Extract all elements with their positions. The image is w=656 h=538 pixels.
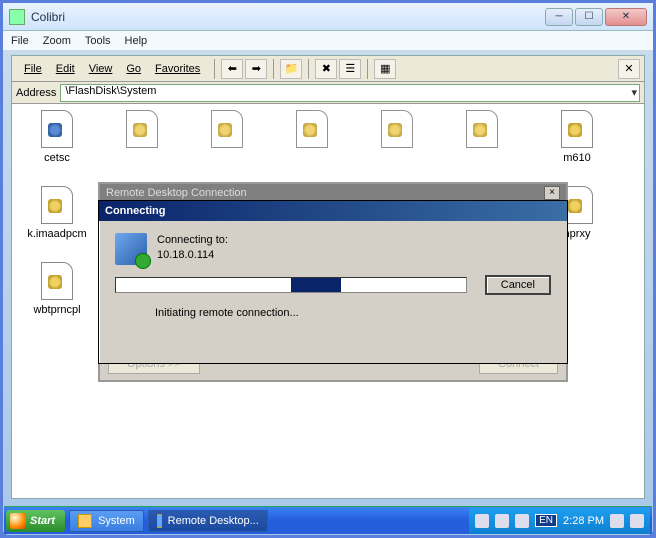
file-icon-imaadpcm[interactable]: k.imaadpcm xyxy=(22,186,92,240)
menu-zoom[interactable]: Zoom xyxy=(43,35,71,47)
menu-tools[interactable]: Tools xyxy=(85,35,111,47)
start-button[interactable]: Start xyxy=(6,510,65,532)
system-tray: EN 2:28 PM xyxy=(469,508,650,534)
connecting-status: Initiating remote connection... xyxy=(99,295,567,319)
tray-icon[interactable] xyxy=(495,514,509,528)
file-label: wbtprncpl xyxy=(22,304,92,316)
outer-window: Colibri ─ ☐ ✕ File Zoom Tools Help File … xyxy=(2,2,654,536)
file-glyph-icon xyxy=(561,110,593,148)
file-icon-cetsc[interactable]: cetsc xyxy=(22,110,92,164)
file-label: m610 xyxy=(542,152,612,164)
minimize-button[interactable]: ─ xyxy=(545,8,573,26)
tray-icon[interactable] xyxy=(515,514,529,528)
outer-titlebar: Colibri ─ ☐ ✕ xyxy=(3,3,653,31)
back-button[interactable]: ⬅ xyxy=(221,59,243,79)
taskbar-item-system[interactable]: System xyxy=(69,510,144,532)
file-icon-generic[interactable] xyxy=(192,110,262,152)
file-label: k.imaadpcm xyxy=(22,228,92,240)
address-input[interactable]: \FlashDisk\System xyxy=(60,84,640,102)
tray-icon[interactable] xyxy=(475,514,489,528)
file-icon-generic[interactable] xyxy=(362,110,432,152)
up-folder-button[interactable]: 📁 xyxy=(280,59,302,79)
address-bar-row: Address \FlashDisk\System xyxy=(12,82,644,104)
tray-icon[interactable] xyxy=(610,514,624,528)
file-icon-generic[interactable] xyxy=(447,110,517,152)
file-glyph-icon xyxy=(41,186,73,224)
cancel-button[interactable]: Cancel xyxy=(485,275,551,295)
file-area: cetsc k.imaadpcm wbtprncpl m610 nprxy xyxy=(12,104,644,498)
exp-menu-edit[interactable]: Edit xyxy=(50,61,81,77)
close-button[interactable]: ✕ xyxy=(605,8,647,26)
exp-menu-file[interactable]: File xyxy=(18,61,48,77)
show-desktop-icon[interactable] xyxy=(630,514,644,528)
clock: 2:28 PM xyxy=(563,515,604,527)
taskbar-item-label: Remote Desktop... xyxy=(168,515,259,527)
maximize-button[interactable]: ☐ xyxy=(575,8,603,26)
taskbar-item-label: System xyxy=(98,515,135,527)
rdc-title: Remote Desktop Connection xyxy=(106,187,247,199)
connecting-dialog: Connecting Connecting to: 10.18.0.114 Ca… xyxy=(98,200,568,364)
start-label: Start xyxy=(30,515,55,527)
address-label: Address xyxy=(16,87,56,99)
views-button[interactable]: ▦ xyxy=(374,59,396,79)
language-indicator[interactable]: EN xyxy=(535,514,557,527)
file-glyph-icon xyxy=(466,110,498,148)
forward-button[interactable]: ➡ xyxy=(245,59,267,79)
taskbar: Start System Remote Desktop... EN 2:28 P… xyxy=(4,506,652,534)
menu-file[interactable]: File xyxy=(11,35,29,47)
file-glyph-icon xyxy=(296,110,328,148)
file-glyph-icon xyxy=(126,110,158,148)
outer-menubar: File Zoom Tools Help xyxy=(3,31,653,51)
exp-menu-view[interactable]: View xyxy=(83,61,119,77)
exp-menu-go[interactable]: Go xyxy=(120,61,147,77)
remote-computer-icon xyxy=(115,233,147,265)
connecting-titlebar: Connecting xyxy=(99,201,567,221)
file-icon-m610[interactable]: m610 xyxy=(542,110,612,164)
progress-bar xyxy=(115,277,467,293)
folder-icon xyxy=(78,514,92,528)
toolbar-close-icon[interactable]: ✕ xyxy=(618,59,640,79)
exp-menu-favorites[interactable]: Favorites xyxy=(149,61,206,77)
connecting-host: 10.18.0.114 xyxy=(157,248,228,263)
delete-button[interactable]: ✖ xyxy=(315,59,337,79)
file-glyph-icon xyxy=(381,110,413,148)
explorer-toolbar: File Edit View Go Favorites ⬅ ➡ 📁 ✖ ☰ ▦ … xyxy=(12,56,644,82)
file-icon-wbtprncpl[interactable]: wbtprncpl xyxy=(22,262,92,316)
file-icon-generic[interactable] xyxy=(277,110,347,152)
file-glyph-icon xyxy=(41,110,73,148)
taskbar-item-remote-desktop[interactable]: Remote Desktop... xyxy=(148,510,268,532)
connecting-title: Connecting xyxy=(105,205,166,217)
file-icon-generic[interactable] xyxy=(107,110,177,152)
properties-button[interactable]: ☰ xyxy=(339,59,361,79)
file-glyph-icon xyxy=(211,110,243,148)
file-glyph-icon xyxy=(41,262,73,300)
rdc-icon xyxy=(157,514,162,528)
explorer-frame: File Edit View Go Favorites ⬅ ➡ 📁 ✖ ☰ ▦ … xyxy=(11,55,645,499)
connecting-to-label: Connecting to: xyxy=(157,233,228,248)
file-label: cetsc xyxy=(22,152,92,164)
menu-help[interactable]: Help xyxy=(125,35,148,47)
window-title: Colibri xyxy=(31,10,545,24)
app-icon xyxy=(9,9,25,25)
rdc-close-icon[interactable]: × xyxy=(544,186,560,200)
